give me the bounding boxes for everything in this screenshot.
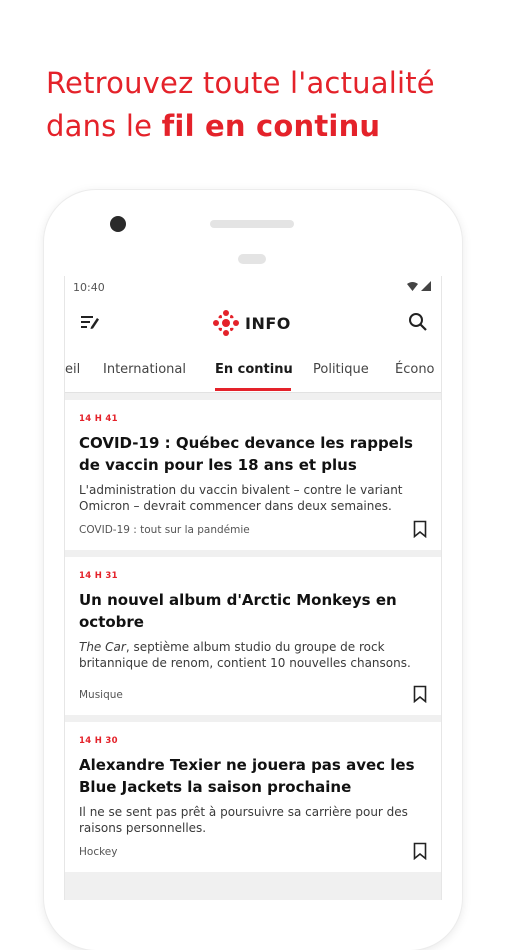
speaker-grille — [210, 220, 294, 228]
promo-line-2-plain: dans le — [46, 109, 162, 143]
article-footer: Musique — [79, 671, 427, 715]
promo-line-2-bold: fil en continu — [161, 109, 381, 143]
section-tabs: eil International En continu Politique É… — [65, 346, 441, 393]
article-time: 14 H 31 — [79, 571, 118, 581]
status-time: 10:40 — [73, 281, 105, 294]
search-icon[interactable] — [407, 311, 429, 333]
article-card[interactable]: 14 H 30 Alexandre Texier ne jouera pas a… — [65, 722, 441, 872]
article-card[interactable]: 14 H 41 COVID-19 : Québec devance les ra… — [65, 400, 441, 550]
tab-politique[interactable]: Politique — [313, 362, 369, 377]
article-title[interactable]: Un nouvel album d'Arctic Monkeys en octo… — [79, 589, 427, 633]
radio-canada-logo-icon — [213, 310, 239, 336]
article-summary: The Car, septième album studio du groupe… — [79, 639, 427, 671]
article-title[interactable]: Alexandre Texier ne jouera pas avec les … — [79, 754, 427, 798]
article-summary-text: , septième album studio du groupe de roc… — [79, 640, 411, 670]
article-footer: COVID-19 : tout sur la pandémie — [79, 514, 427, 550]
status-bar: 10:40 — [65, 276, 441, 298]
tab-economie[interactable]: Écono — [395, 362, 435, 377]
wifi-icon — [407, 281, 418, 291]
promo-line-2: dans le fil en continu — [46, 105, 486, 148]
active-tab-indicator — [215, 388, 291, 391]
album-title: The Car — [79, 640, 126, 654]
signal-icon — [421, 281, 431, 291]
article-time: 14 H 41 — [79, 414, 118, 424]
article-title[interactable]: COVID-19 : Québec devance les rappels de… — [79, 432, 427, 476]
article-footer: Hockey — [79, 836, 427, 872]
bookmark-icon[interactable] — [413, 520, 427, 538]
article-summary: Il ne se sent pas prêt à poursuivre sa c… — [79, 805, 408, 835]
menu-icon[interactable] — [79, 312, 101, 332]
tab-accueil[interactable]: eil — [65, 362, 80, 377]
app-bar: INFO — [65, 298, 441, 346]
article-summary: L'administration du vaccin bivalent – co… — [79, 483, 403, 513]
promo-headline: Retrouvez toute l'actualité dans le fil … — [46, 62, 486, 148]
bookmark-icon[interactable] — [413, 842, 427, 860]
app-logo[interactable]: INFO — [213, 310, 291, 336]
camera-icon — [110, 216, 126, 232]
proximity-sensor — [238, 254, 266, 264]
article-category[interactable]: Hockey — [79, 846, 117, 858]
tab-international[interactable]: International — [103, 362, 186, 377]
promo-line-1: Retrouvez toute l'actualité — [46, 66, 435, 100]
article-card[interactable]: 14 H 31 Un nouvel album d'Arctic Monkeys… — [65, 557, 441, 715]
article-time: 14 H 30 — [79, 736, 118, 746]
tab-en-continu[interactable]: En continu — [215, 362, 293, 377]
bookmark-icon[interactable] — [413, 685, 427, 703]
logo-text: INFO — [245, 313, 291, 333]
article-category[interactable]: COVID-19 : tout sur la pandémie — [79, 524, 250, 536]
article-category[interactable]: Musique — [79, 689, 123, 701]
status-icons — [407, 281, 431, 291]
app-screen: 10:40 INFO eil International En continu … — [64, 276, 442, 900]
